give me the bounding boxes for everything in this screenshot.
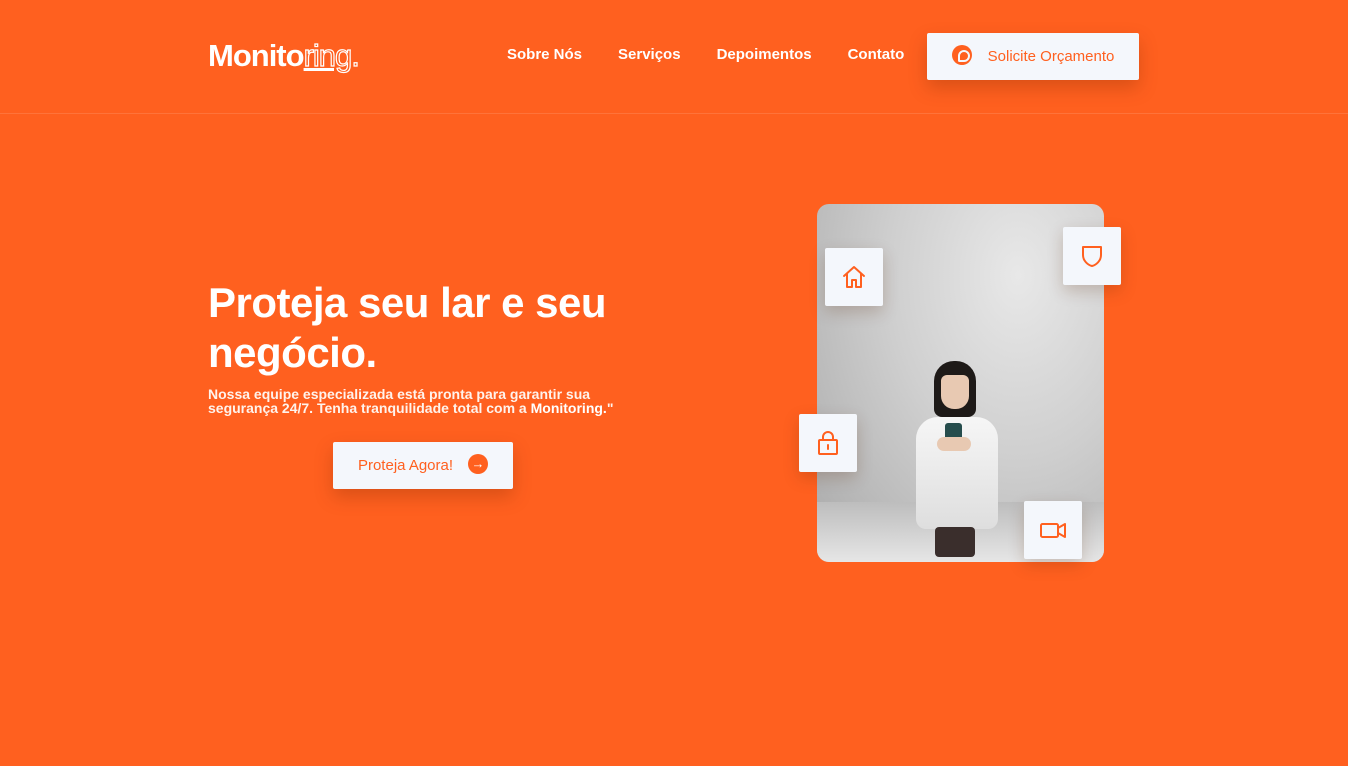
protect-now-label: Proteja Agora! [357,457,454,474]
shield-icon-card [1063,227,1121,285]
request-quote-label: Solicite Orçamento [987,48,1115,65]
logo-dot: . [351,37,361,73]
home-icon-card [825,248,883,306]
nav-link-sobre-nos[interactable]: Sobre Nós [507,45,582,65]
protect-now-button[interactable]: Proteja Agora! → [333,442,513,489]
child-with-phone-figure [912,361,1012,561]
hero-description-brand: Monitoring. [530,400,607,416]
hero-title: Proteja seu lar e seu negócio. [208,279,607,376]
logo-accent: ring [303,37,353,73]
nav-link-servicos[interactable]: Serviços [618,45,681,65]
site-header: Monitoring. Sobre Nós Serviços Depoiment… [0,0,1348,114]
main-nav: Sobre Nós Serviços Depoimentos Contato [507,45,940,65]
shield-icon [1082,246,1102,267]
logo[interactable]: Monitoring. [208,36,361,76]
video-camera-icon-card [1024,501,1082,559]
arrow-right-icon: → [468,453,489,474]
nav-link-depoimentos[interactable]: Depoimentos [717,45,812,65]
whatsapp-icon [951,44,972,65]
nav-link-contato[interactable]: Contato [848,45,905,65]
hero-description-end: " [606,400,614,416]
child-legs [935,527,975,557]
home-icon [843,266,865,288]
child-hands [937,437,971,451]
lock-icon-card [799,414,857,472]
lock-icon [818,431,838,455]
video-camera-icon [1040,523,1066,538]
child-face [941,375,969,409]
logo-main: Monito [208,38,305,73]
hero-description: Nossa equipe especializada está pronta p… [208,387,648,415]
request-quote-button[interactable]: Solicite Orçamento [927,33,1139,80]
